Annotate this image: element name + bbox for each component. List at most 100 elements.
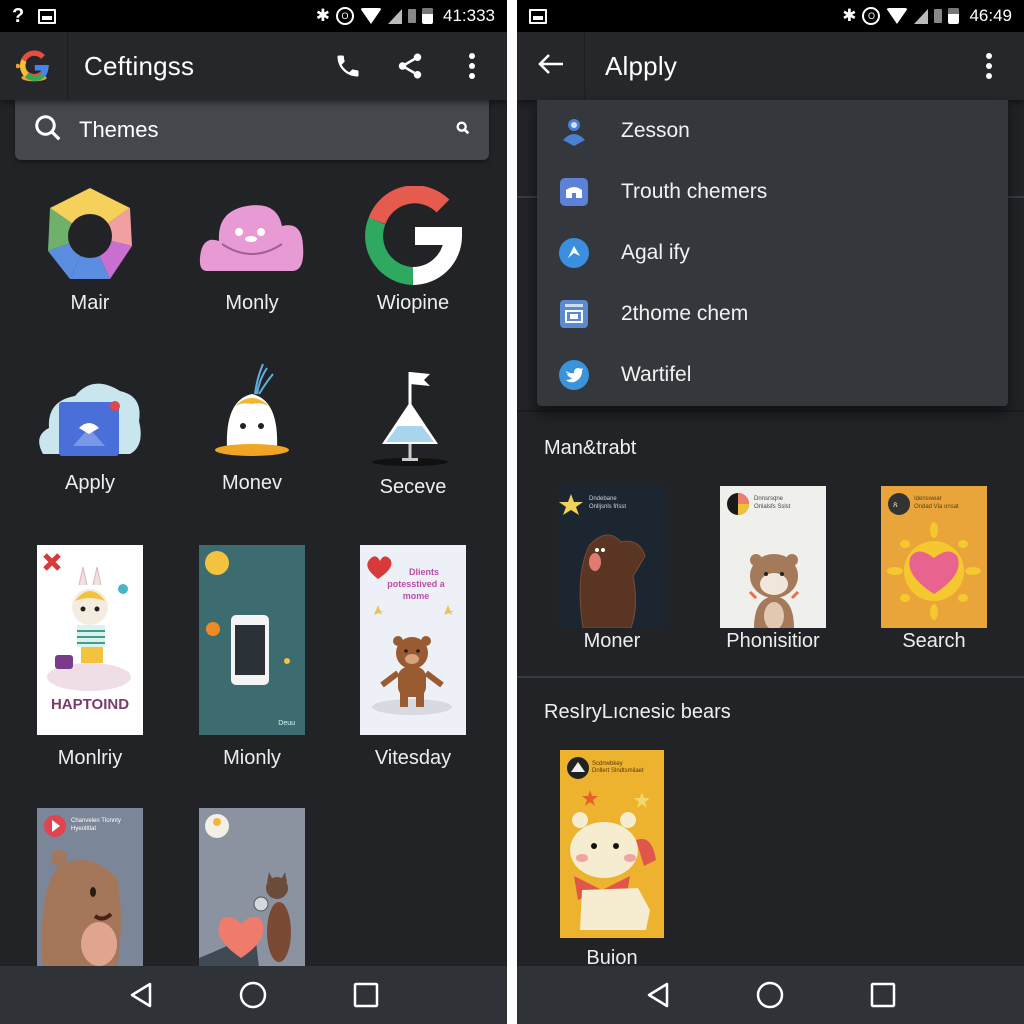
themes-search-bar[interactable]: Themes [15, 100, 489, 160]
theme-tile-monlriy[interactable]: HAPTOIND Monlriy [15, 545, 165, 770]
menu-item-2thome-chem[interactable]: 2thome chem [537, 283, 1008, 344]
theme-tile-phonisitior[interactable]: Dnnsrsqne Onlalsfs Sslst Phonisitior [698, 486, 848, 653]
theme-thumbnail: Chanvelen Tlonnty Hyeolttlat [37, 808, 143, 968]
signal-icon [914, 8, 929, 24]
cloud-folder-icon [15, 366, 165, 466]
divider [517, 676, 1024, 678]
svg-text:Scdnwbkey: Scdnwbkey [592, 761, 623, 767]
battery-icon [422, 8, 433, 24]
app-tile-monly[interactable]: Monly [177, 186, 327, 315]
back-icon[interactable] [121, 975, 161, 1015]
theme-thumbnail: Dnnsrsqne Onlalsfs Sslst [720, 486, 826, 628]
pink-cloud-icon [177, 186, 327, 286]
person-icon [559, 116, 589, 146]
bluetooth-icon: ✱ [315, 6, 330, 25]
menu-item-label: Zesson [621, 118, 690, 142]
more-vert-icon[interactable] [972, 49, 1006, 83]
help-icon: ? [12, 4, 25, 27]
divider [517, 410, 1024, 412]
share-icon[interactable] [393, 49, 427, 83]
section-title: ResIryLıcnesic bears [544, 701, 731, 723]
google-g-icon [338, 186, 488, 286]
theme-label: Mionly [223, 747, 281, 769]
status-time: 41:333 [443, 6, 495, 25]
theme-thumbnail [199, 808, 305, 968]
recents-icon[interactable] [863, 975, 903, 1015]
section-title: Man&trabt [544, 437, 637, 459]
svg-text:Dnnsrsqne: Dnnsrsqne [754, 496, 784, 502]
theme-tile-bear[interactable]: Chanvelen Tlonnty Hyeolttlat [15, 808, 165, 968]
home-icon[interactable] [233, 975, 273, 1015]
theme-tile-mionly[interactable]: Deuu Mionly [177, 545, 327, 770]
recents-icon[interactable] [346, 975, 386, 1015]
svg-text:Ondad Vla onsat: Ondad Vla onsat [914, 504, 959, 510]
svg-text:Hyeolttlat: Hyeolttlat [71, 826, 96, 832]
status-bar: ? ✱ O 41:333 [0, 0, 507, 32]
app-title: Ceftingss [84, 50, 195, 81]
theme-tile-moner[interactable]: Dndebane Onlljsnls frlsst Moner [537, 486, 687, 653]
back-button[interactable] [517, 32, 585, 100]
theme-tile-vitesday[interactable]: Dlients potesstived a mome Vitesday [338, 545, 488, 770]
home-icon[interactable] [750, 975, 790, 1015]
app-bar: Alpply [517, 32, 1024, 100]
system-nav-bar [0, 966, 507, 1024]
battery-icon [948, 8, 960, 24]
app-label: Monev [221, 472, 283, 494]
image-icon [529, 8, 547, 24]
app-label: Mair [70, 292, 110, 314]
flag-flask-icon [338, 366, 488, 470]
theme-tile-heart[interactable] [177, 808, 327, 968]
app-label: Seceve [379, 476, 447, 498]
thumb-caption: Deuu [278, 720, 295, 727]
menu-item-agal-ify[interactable]: Agal ify [537, 222, 1008, 283]
right-screen: ✱ O 46:49 Alpply Zesson Trouth chemers A… [517, 0, 1024, 1024]
google-g-icon [15, 48, 52, 84]
svg-text:Onlalsfs Sslst: Onlalsfs Sslst [754, 504, 791, 510]
theme-label: Phonisitior [726, 630, 820, 652]
svg-text:Dndebane: Dndebane [589, 496, 617, 502]
menu-item-trouth-chemers[interactable]: Trouth chemers [537, 161, 1008, 222]
app-label: Apply [64, 472, 116, 494]
search-label: Themes [79, 117, 159, 142]
app-tile-mair[interactable]: Mair [15, 186, 165, 315]
phone-icon[interactable] [331, 49, 365, 83]
store-icon [559, 177, 589, 207]
theme-thumbnail: Dlients potesstived a mome [360, 545, 466, 735]
menu-item-zesson[interactable]: Zesson [537, 100, 1008, 161]
sim-icon [408, 9, 416, 23]
app-logo[interactable] [0, 32, 68, 100]
menu-item-label: Wartifel [621, 362, 692, 386]
thumb-caption: HAPTOIND [51, 696, 129, 713]
back-icon[interactable] [638, 975, 678, 1015]
status-bar: ✱ O 46:49 [517, 0, 1024, 32]
app-tile-apply[interactable]: Apply [15, 366, 165, 495]
svg-text:Onlljsnls frlsst: Onlljsnls frlsst [589, 504, 626, 510]
menu-item-label: Trouth chemers [621, 179, 768, 203]
menu-item-label: Agal ify [621, 240, 690, 264]
signal-icon [388, 8, 402, 24]
menu-item-wartifel[interactable]: Wartifel [537, 344, 1008, 405]
svg-text:mome: mome [403, 591, 430, 601]
theme-thumbnail: HAPTOIND [37, 545, 143, 735]
app-label: Wiopine [376, 292, 450, 314]
theme-tile-search[interactable]: ጰ Idenswear Ondad Vla onsat Search [859, 486, 1009, 653]
send-icon [559, 237, 589, 268]
app-tile-wiopine[interactable]: Wiopine [338, 186, 488, 315]
svg-text:Chanvelen Tlonnty: Chanvelen Tlonnty [71, 818, 121, 824]
overflow-menu: Zesson Trouth chemers Agal ify 2thome ch… [537, 100, 1008, 406]
more-vert-icon[interactable] [455, 49, 489, 83]
theme-tile-buion[interactable]: Scdnwbkey Dnllert Slndtsmilaet Buion [537, 749, 687, 970]
wifi-icon [886, 8, 909, 24]
small-search-icon[interactable] [455, 120, 471, 141]
svg-text:Dnllert Slndtsmilaet: Dnllert Slndtsmilaet [592, 768, 644, 774]
app-label: Monly [225, 292, 279, 314]
sync-icon: O [336, 7, 354, 25]
menu-item-label: 2thome chem [621, 301, 749, 325]
system-nav-bar [517, 966, 1024, 1024]
svg-text:Idenswear: Idenswear [914, 496, 942, 502]
app-tile-monev[interactable]: Monev [177, 360, 327, 495]
app-tile-seceve[interactable]: Seceve [338, 366, 488, 499]
theme-thumbnail: Dndebane Onlljsnls frlsst [559, 486, 665, 628]
svg-text:ጰ: ጰ [893, 500, 898, 509]
image-icon [38, 8, 57, 24]
